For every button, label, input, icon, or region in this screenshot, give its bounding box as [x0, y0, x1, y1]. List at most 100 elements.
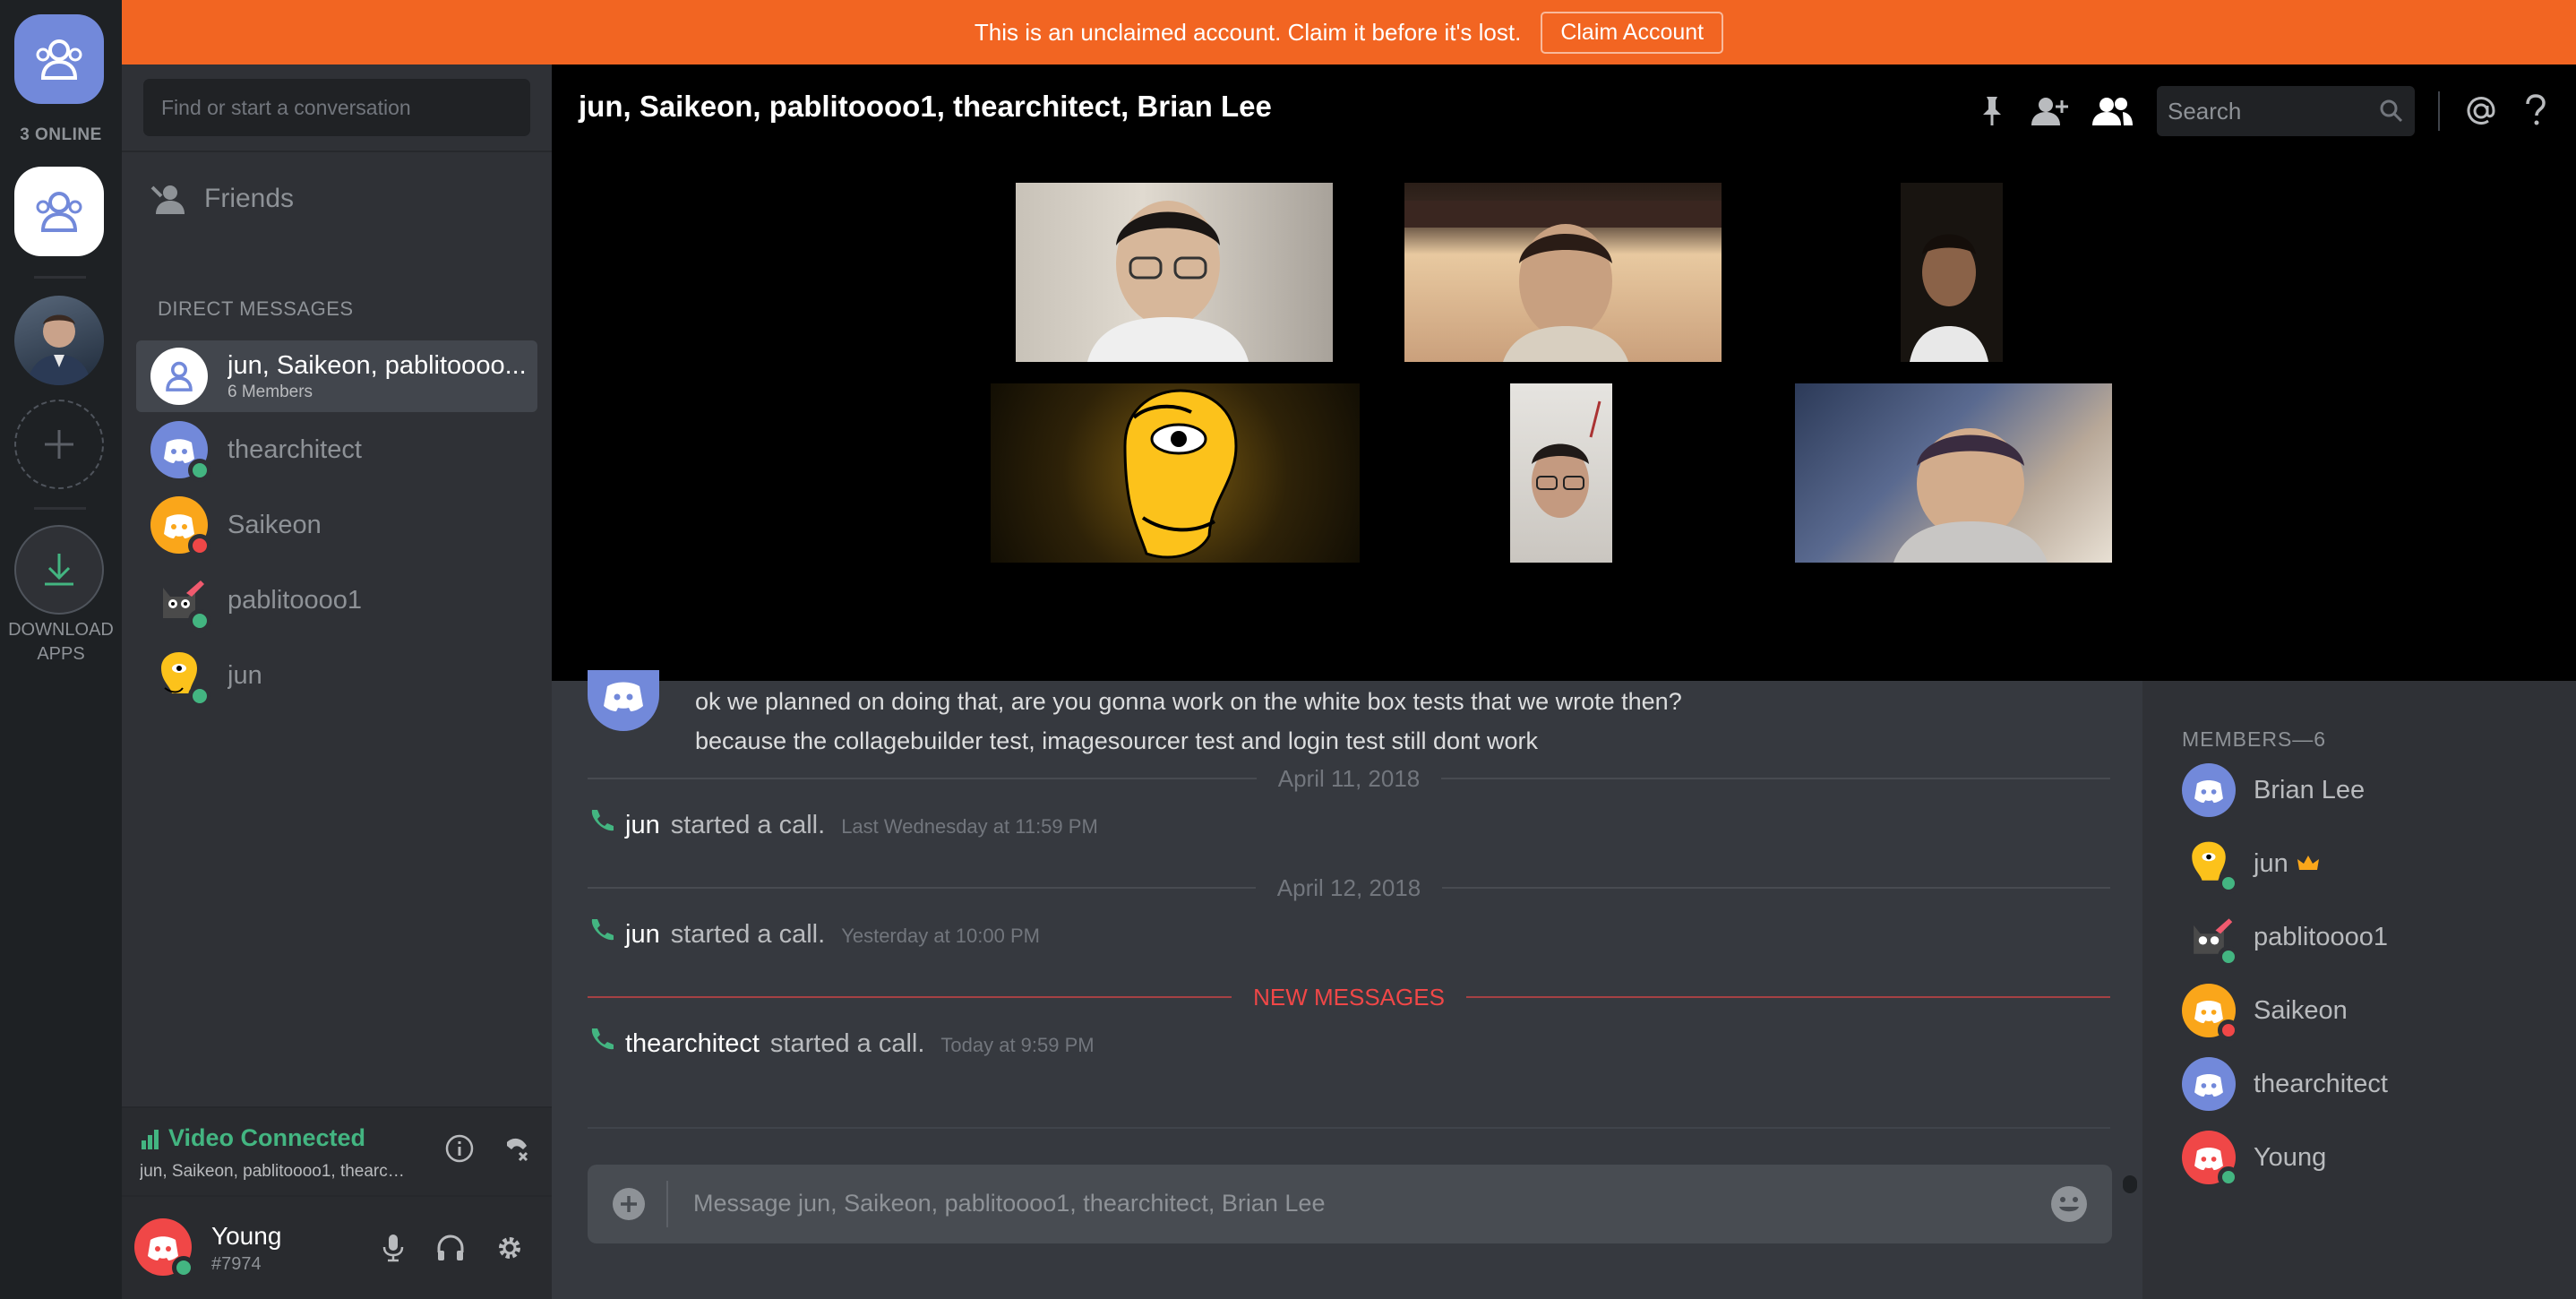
composer-divider	[588, 1127, 2110, 1129]
direct-messages-header: DIRECT MESSAGES	[158, 297, 354, 320]
dm-item-thearchitect[interactable]: thearchitect	[136, 414, 537, 486]
dm-sidebar: Find or start a conversation Friends DIR…	[122, 65, 552, 1299]
friends-label: Friends	[204, 184, 295, 213]
call-action: started a call.	[670, 920, 826, 949]
video-tile[interactable]	[991, 383, 1360, 563]
find-conversation-input[interactable]: Find or start a conversation	[143, 79, 530, 136]
members-header: MEMBERS—6	[2182, 727, 2327, 751]
friends-icon	[136, 184, 204, 214]
header-search-input[interactable]: Search	[2157, 86, 2415, 136]
username: Young	[211, 1222, 282, 1250]
server-avatar-button[interactable]	[14, 296, 104, 385]
dm-item-name: jun, Saikeon, pablitoooo...	[228, 350, 527, 380]
banner-text: This is an unclaimed account. Claim it b…	[974, 18, 1522, 46]
member-item[interactable]: jun	[2182, 837, 2319, 894]
date-divider: April 11, 2018	[588, 764, 2111, 792]
upload-plus-icon[interactable]	[611, 1186, 647, 1222]
webcam-person-icon	[1893, 428, 2048, 563]
scrollbar-thumb[interactable]	[2123, 1175, 2137, 1193]
member-item[interactable]: Young	[2182, 1131, 2327, 1188]
call-timestamp: Last Wednesday at 11:59 PM	[841, 815, 1098, 838]
video-tile[interactable]	[1016, 183, 1333, 362]
new-messages-divider: NEW MESSAGES	[588, 984, 2111, 1011]
friends-nav-item[interactable]: Friends	[136, 168, 537, 229]
download-label-line2: APPS	[37, 644, 85, 664]
avatar	[2182, 984, 2239, 1041]
dm-item-saikeon[interactable]: Saikeon	[136, 489, 537, 561]
member-item[interactable]: Brian Lee	[2182, 763, 2365, 817]
pin-icon[interactable]	[1978, 95, 2006, 127]
member-item[interactable]: thearchitect	[2182, 1057, 2388, 1111]
download-icon	[45, 554, 73, 586]
member-list-icon[interactable]	[2092, 95, 2134, 127]
member-list: MEMBERS—6 Brian Lee jun pablitoooo1 Saik…	[2142, 681, 2576, 1299]
message-composer[interactable]: Message jun, Saikeon, pablitoooo1, thear…	[588, 1165, 2112, 1243]
user-discriminator: #7974	[211, 1254, 262, 1274]
info-icon[interactable]	[444, 1133, 475, 1164]
dm-item-group[interactable]: jun, Saikeon, pablitoooo... 6 Members	[136, 340, 537, 412]
online-status-icon	[2218, 873, 2239, 894]
video-tile[interactable]	[1510, 383, 1612, 563]
dm-divider	[122, 151, 552, 152]
dm-item-pablitoooo1[interactable]: pablitoooo1	[136, 564, 537, 636]
header-separator	[2438, 91, 2440, 131]
dm-item-jun[interactable]: jun	[136, 640, 537, 711]
download-apps-button[interactable]	[14, 525, 104, 615]
message-list: ok we planned on doing that, are you gon…	[552, 670, 2146, 1183]
add-server-button[interactable]	[14, 400, 104, 489]
message-line: because the collagebuilder test, imageso…	[695, 727, 1539, 754]
video-tile[interactable]	[1901, 183, 2003, 362]
avatar	[2182, 1057, 2236, 1111]
discord-logo-icon	[2194, 779, 2223, 804]
composer-separator	[666, 1181, 668, 1227]
friends-home-button[interactable]	[14, 14, 104, 104]
message-input-placeholder[interactable]: Message jun, Saikeon, pablitoooo1, thear…	[693, 1190, 1325, 1217]
phone-call-icon	[591, 919, 614, 941]
call-author[interactable]: jun	[625, 920, 660, 950]
member-item[interactable]: pablitoooo1	[2182, 910, 2388, 968]
video-tile[interactable]	[1795, 383, 2112, 563]
group-dm-guild-button[interactable]	[14, 167, 104, 256]
call-author[interactable]: jun	[625, 811, 660, 840]
member-item[interactable]: Saikeon	[2182, 984, 2348, 1041]
signal-bars-icon	[142, 1129, 159, 1149]
user-avatar[interactable]	[134, 1218, 195, 1279]
member-name: jun	[2254, 848, 2288, 878]
call-author[interactable]: thearchitect	[625, 1029, 760, 1059]
member-name: Saikeon	[2254, 995, 2348, 1025]
message-author-avatar[interactable]	[588, 670, 659, 731]
disconnect-icon[interactable]	[502, 1133, 532, 1164]
discord-logo-icon	[604, 682, 643, 711]
dm-item-members-count: 6 Members	[228, 382, 313, 401]
avatar	[150, 421, 211, 482]
header-search-placeholder: Search	[2168, 98, 2242, 125]
emoji-icon[interactable]	[2049, 1184, 2089, 1224]
call-timestamp: Today at 9:59 PM	[940, 1034, 1095, 1056]
settings-gear-icon[interactable]	[494, 1233, 525, 1263]
video-tile[interactable]	[1404, 183, 1722, 362]
online-status-icon	[188, 609, 211, 632]
group-avatar	[150, 348, 208, 405]
search-icon	[2380, 99, 2403, 123]
webcam-person-icon	[1087, 201, 1249, 362]
avatar	[2182, 763, 2236, 817]
member-name: Young	[2254, 1142, 2327, 1172]
unclaimed-account-banner: This is an unclaimed account. Claim it b…	[122, 0, 2576, 65]
webcam-person-icon	[1910, 234, 1988, 362]
claim-account-button[interactable]: Claim Account	[1541, 11, 1724, 54]
online-status-icon	[172, 1256, 195, 1279]
divider-line	[1442, 887, 2111, 889]
avatar	[150, 572, 211, 632]
microphone-icon[interactable]	[380, 1233, 407, 1263]
video-connected-status: Video Connected	[140, 1124, 365, 1152]
divider-line	[588, 778, 1257, 779]
mentions-icon[interactable]	[2463, 93, 2499, 129]
add-friend-icon[interactable]	[2030, 95, 2069, 127]
group-icon	[36, 192, 82, 232]
chat-main: jun, Saikeon, pablitoooo1, thearchitect,…	[552, 65, 2576, 1299]
guild-separator	[34, 276, 86, 279]
avatar	[2182, 910, 2239, 968]
help-icon[interactable]	[2522, 93, 2549, 129]
headphones-icon[interactable]	[435, 1233, 466, 1263]
date-divider-label: April 11, 2018	[1277, 764, 1421, 792]
